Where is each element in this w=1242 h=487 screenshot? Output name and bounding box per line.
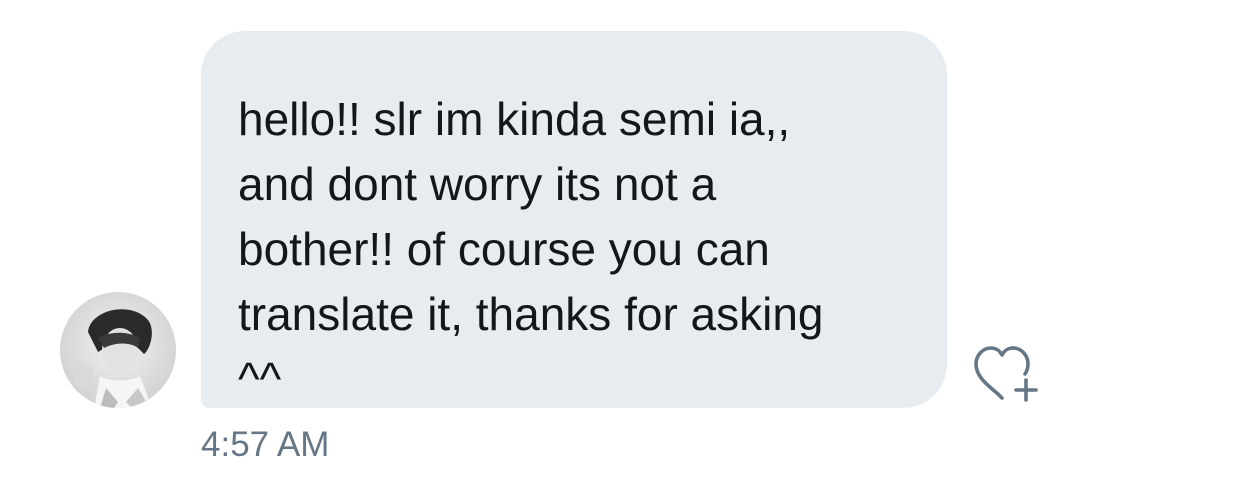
- dm-conversation: hello!! slr im kinda semi ia,, and dont …: [0, 0, 1242, 487]
- avatar-photo: [60, 292, 176, 408]
- message-text: hello!! slr im kinda semi ia,, and dont …: [238, 93, 824, 405]
- sender-avatar[interactable]: [60, 292, 176, 408]
- message-bubble[interactable]: hello!! slr im kinda semi ia,, and dont …: [201, 31, 947, 408]
- like-message-button[interactable]: [972, 344, 1044, 404]
- message-timestamp: 4:57 AM: [201, 425, 330, 464]
- heart-plus-icon: [974, 346, 1038, 402]
